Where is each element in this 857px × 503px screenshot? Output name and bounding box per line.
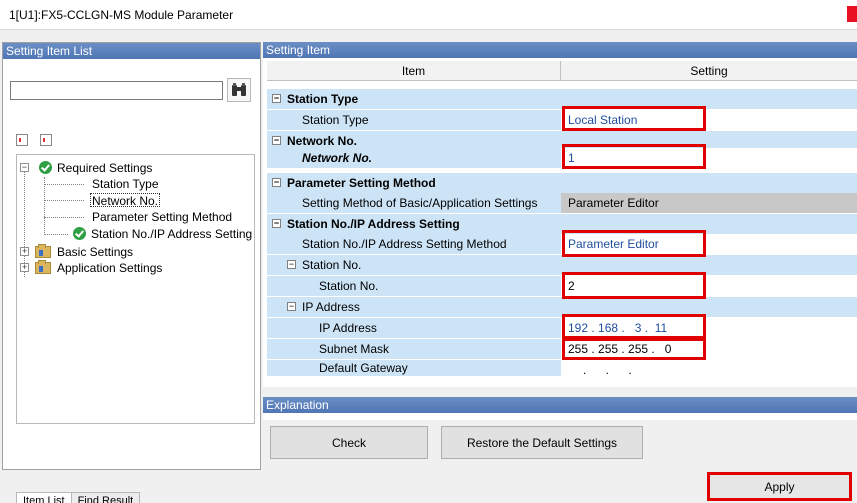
default-gateway-value[interactable]: . . . (583, 363, 640, 376)
row-ip-address[interactable]: IP Address 192 . 168 . 3 . 11 (267, 318, 857, 338)
check-icon (39, 161, 52, 174)
tree-item-network-no[interactable]: Network No. (90, 193, 161, 208)
tree-item-station-type[interactable]: Station Type (92, 177, 159, 191)
column-setting: Setting (690, 64, 728, 78)
tree-item-parameter-setting-method[interactable]: Parameter Setting Method (92, 210, 232, 224)
setting-method-value: Parameter Editor (568, 196, 659, 210)
collapse-icon[interactable]: − (272, 219, 281, 228)
setting-item-list-header: Setting Item List (3, 43, 260, 59)
subgroup-label: IP Address (302, 300, 360, 314)
row-station-ip-method[interactable]: Station No./IP Address Setting Method Pa… (267, 234, 857, 254)
search-button[interactable] (227, 78, 251, 102)
station-type-value[interactable]: Local Station (568, 113, 637, 127)
tree-item-application-settings[interactable]: Application Settings (57, 261, 162, 275)
tab-item-list[interactable]: Item List (16, 492, 72, 503)
search-input[interactable] (10, 81, 223, 100)
tree-connector (44, 234, 68, 235)
collapse-icon[interactable]: − (272, 94, 281, 103)
left-panel-tabs: Item List Find Result (16, 492, 141, 503)
row-setting-method[interactable]: Setting Method of Basic/Application Sett… (267, 193, 857, 213)
item-label: Setting Method of Basic/Application Sett… (302, 196, 538, 210)
collapse-icon[interactable]: − (272, 178, 281, 187)
row-station-type[interactable]: Station Type Local Station (267, 110, 857, 130)
tab-find-result[interactable]: Find Result (71, 492, 141, 503)
tree-toolbar (16, 134, 52, 146)
tree-connector (24, 167, 25, 277)
restore-default-button[interactable]: Restore the Default Settings (441, 426, 643, 459)
item-label: Default Gateway (319, 361, 408, 375)
tree-connector (44, 177, 45, 235)
item-label: Station No./IP Address Setting Method (302, 237, 507, 251)
collapse-icon[interactable]: − (20, 163, 29, 172)
subgroup-label: Station No. (302, 258, 362, 272)
group-label: Station Type (287, 92, 359, 106)
close-icon[interactable] (847, 6, 857, 22)
check-button[interactable]: Check (270, 426, 428, 459)
subgroup-row-ip-address[interactable]: − IP Address (267, 297, 857, 317)
group-label: Parameter Setting Method (287, 176, 436, 190)
expand-icon[interactable]: + (20, 247, 29, 256)
settings-folder-icon (35, 260, 51, 274)
group-row-station-ip[interactable]: − Station No./IP Address Setting (267, 214, 857, 234)
item-label: Network No. (302, 151, 373, 165)
collapse-icon[interactable]: − (287, 302, 296, 311)
item-label: Station Type (302, 113, 369, 127)
group-row-station-type[interactable]: − Station Type (267, 89, 857, 109)
network-no-value[interactable]: 1 (568, 151, 575, 165)
explanation-area (263, 413, 857, 420)
explanation-header: Explanation (263, 397, 857, 413)
tree-item-required-settings[interactable]: Required Settings (57, 161, 152, 175)
row-subnet-mask[interactable]: Subnet Mask 255 . 255 . 255 . 0 (267, 339, 857, 359)
expand-icon[interactable]: + (20, 263, 29, 272)
window-title: 1[U1]:FX5-CCLGN-MS Module Parameter (9, 8, 234, 22)
row-network-no[interactable]: Network No. 1 (267, 148, 857, 168)
subgroup-row-station-no[interactable]: − Station No. (267, 255, 857, 275)
setting-item-list-panel: Setting Item List − Required Settings St… (2, 42, 261, 503)
group-row-parameter-setting-method[interactable]: − Parameter Setting Method (267, 173, 857, 193)
row-default-gateway[interactable]: Default Gateway . . . (267, 360, 857, 376)
title-bar: 1[U1]:FX5-CCLGN-MS Module Parameter (0, 0, 857, 30)
expand-all-icon[interactable] (16, 134, 28, 146)
tree-connector (44, 184, 84, 185)
grid-header: Item Setting (267, 61, 857, 81)
check-icon (73, 227, 86, 240)
group-label: Station No./IP Address Setting (287, 217, 460, 231)
item-label: IP Address (319, 321, 377, 335)
settings-folder-icon (35, 244, 51, 258)
subnet-mask-value[interactable]: 255 . 255 . 255 . 0 (568, 342, 671, 356)
item-label: Subnet Mask (319, 342, 390, 356)
ip-address-value[interactable]: 192 . 168 . 3 . 11 (568, 321, 667, 335)
setting-item-panel: Setting Item Item Setting − Station Type … (263, 42, 857, 387)
collapse-icon[interactable]: − (272, 136, 281, 145)
setting-tree: − Required Settings Station Type Network… (16, 154, 255, 424)
setting-item-header: Setting Item (263, 42, 857, 58)
collapse-icon[interactable]: − (287, 260, 296, 269)
station-no-value[interactable]: 2 (568, 279, 575, 293)
tree-connector (44, 217, 84, 218)
collapse-all-icon[interactable] (40, 134, 52, 146)
tree-connector (44, 200, 84, 201)
tree-item-station-ip-setting[interactable]: Station No./IP Address Setting (91, 227, 252, 241)
tree-item-basic-settings[interactable]: Basic Settings (57, 245, 133, 259)
row-station-no[interactable]: Station No. 2 (267, 276, 857, 296)
binoculars-icon (232, 83, 246, 96)
column-item: Item (267, 61, 561, 80)
apply-button[interactable]: Apply (707, 472, 852, 501)
item-label: Station No. (319, 279, 379, 293)
station-ip-method-value[interactable]: Parameter Editor (568, 237, 659, 251)
